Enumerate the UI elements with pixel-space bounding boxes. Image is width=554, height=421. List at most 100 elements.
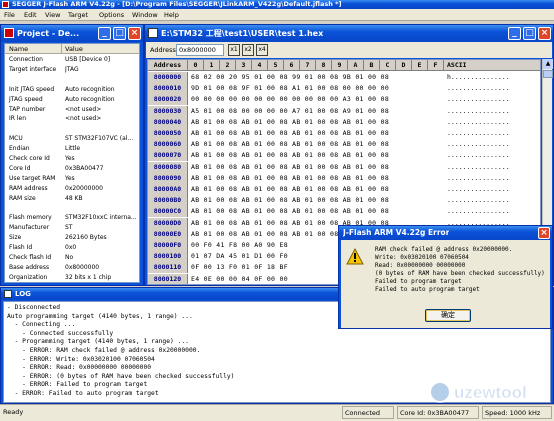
scroll-thumb[interactable] [543,70,553,78]
hex-column-header[interactable]: 2 [220,60,236,71]
project-row[interactable]: Manufacturer ST [5,223,139,232]
project-row[interactable]: Size 262160 Bytes [5,233,139,242]
close-icon[interactable]: × [538,27,551,40]
project-row[interactable]: IR len <not used> [5,114,139,123]
maximize-icon[interactable]: □ [523,27,536,40]
col-name-header[interactable]: Name [9,44,28,54]
hex-row[interactable]: 8000070 AB 01 00 08 AB 01 00 08 AB 01 00 … [148,150,540,162]
zoom-x2-button[interactable]: x2 [242,44,254,56]
menu-options[interactable]: Options [99,9,124,21]
property-value: Auto recognition [65,85,115,93]
col-value-header[interactable]: Value [65,44,83,54]
hex-bytes: 00 00 00 00 00 00 00 00 00 00 00 00 A3 0… [191,95,390,104]
project-row[interactable]: RAM address 0x20000000 [5,184,139,193]
error-dialog: J-Flash ARM V4.22g Error × RAM check fai… [338,225,553,329]
hex-row[interactable]: 8000060 AB 01 00 08 AB 01 00 08 AB 01 00 … [148,139,540,151]
project-row[interactable]: Target interface JTAG [5,65,139,74]
hex-column-header[interactable]: 4 [252,60,268,71]
hex-row[interactable]: 8000010 9D 01 00 08 9F 01 00 08 A1 01 00 … [148,83,540,95]
hex-column-header[interactable]: 6 [284,60,300,71]
close-icon[interactable]: × [538,227,550,239]
project-row[interactable]: Connection USB [Device 0] [5,55,139,64]
close-icon[interactable]: × [128,27,141,40]
hex-row[interactable]: 8000090 AB 01 00 08 AB 01 00 08 AB 01 00 … [148,172,540,184]
project-row[interactable]: MCU ST STM32F107VC (al... [5,134,139,143]
hex-column-header[interactable]: 7 [300,60,316,71]
project-title-bar[interactable]: Project - De... _ □ × [1,25,143,42]
hex-ascii: h............... [447,73,510,81]
hex-column-header[interactable]: B [364,60,380,71]
project-row[interactable]: Check core Id Yes [5,154,139,163]
hex-row[interactable]: 8000000 68 02 00 20 95 01 00 08 99 01 00 … [148,72,540,83]
hex-column-header[interactable]: ASCII [444,60,540,71]
menu-edit[interactable]: Edit [24,9,37,21]
menu-view[interactable]: View [45,9,60,21]
hex-column-header[interactable]: 9 [332,60,348,71]
project-row[interactable]: Base address 0x8000000 [5,263,139,272]
status-core-id: Core Id: 0x3BA00477 [397,406,479,419]
project-row[interactable] [5,124,139,133]
hex-column-header[interactable]: 1 [204,60,220,71]
hex-address: 8000060 [148,139,188,151]
hex-column-header[interactable]: 5 [268,60,284,71]
scroll-up-icon[interactable]: ▲ [543,59,553,69]
error-body: RAM check failed @ address 0x20000000. Wr… [341,240,550,328]
hex-row[interactable]: 80000A0 AB 01 00 08 AB 01 00 08 AB 01 00 … [148,184,540,195]
property-name: Flash memory [9,214,52,222]
hex-column-header[interactable]: D [396,60,412,71]
property-name: Target interface [9,65,57,73]
project-row[interactable]: Flash memory STM32F10xxC interna... [5,213,139,222]
address-label: Address: [150,46,179,54]
hex-ascii: ................ [447,95,510,104]
hex-row[interactable]: 8000050 AB 01 00 08 AB 01 00 08 AB 01 00 … [148,128,540,139]
hex-row[interactable]: 8000030 A5 01 00 08 00 00 00 00 A7 01 00 … [148,105,540,117]
project-row[interactable]: Flash Id 0x0 [5,243,139,252]
project-row[interactable]: Check flash Id No [5,253,139,262]
hex-column-header[interactable]: 3 [236,60,252,71]
hex-column-header[interactable]: Address [148,60,188,71]
error-title-bar[interactable]: J-Flash ARM V4.22g Error × [339,226,552,240]
hex-column-header[interactable]: F [428,60,444,71]
menu-window[interactable]: Window [132,9,158,21]
project-row[interactable]: Init JTAG speed Auto recognition [5,85,139,94]
hex-ascii: ................ [447,185,510,193]
minimize-icon[interactable]: _ [98,27,111,40]
property-name: Use target RAM [9,174,56,182]
hex-column-header[interactable]: E [412,60,428,71]
hex-address: 80000D0 [148,217,188,229]
project-row[interactable]: Use target RAM Yes [5,174,139,183]
property-value: JTAG [65,65,79,73]
hex-address: 8000030 [148,105,188,117]
project-row[interactable]: RAM size 48 KB [5,194,139,203]
address-input[interactable] [176,44,224,56]
project-row[interactable]: JTAG speed Auto recognition [5,95,139,104]
hex-column-header[interactable]: A [348,60,364,71]
menu-target[interactable]: Target [68,9,88,21]
hex-column-header[interactable]: 8 [316,60,332,71]
maximize-icon[interactable]: □ [113,27,126,40]
project-row[interactable]: TAP number <not used> [5,105,139,114]
zoom-x1-button[interactable]: x1 [228,44,240,56]
project-row[interactable] [5,75,139,84]
menu-help[interactable]: Help [164,9,179,21]
project-row[interactable]: Organization 32 bits x 1 chip [5,273,139,282]
menu-file[interactable]: File [4,9,15,21]
project-row[interactable]: Core Id 0x3BA00477 [5,164,139,173]
project-row[interactable] [5,204,139,213]
hex-row[interactable]: 80000C0 AB 01 00 08 AB 01 00 08 AB 01 00 … [148,206,540,218]
ok-button[interactable]: 确定 [425,309,471,322]
hex-bytes: 68 02 00 20 95 01 00 08 99 01 00 08 9B 0… [191,73,390,81]
hex-ascii: ................ [447,129,510,137]
hex-row[interactable]: 80000B0 AB 01 00 08 AB 01 00 08 AB 01 00 … [148,195,540,207]
project-row[interactable]: Endian Little [5,144,139,153]
property-value: 32 bits x 1 chip [65,273,112,281]
hex-column-header[interactable]: C [380,60,396,71]
hex-row[interactable]: 8000080 AB 01 00 08 AB 01 00 08 AB 01 00 … [148,161,540,173]
hex-row[interactable]: 8000040 AB 01 00 08 AB 01 00 08 AB 01 00 … [148,116,540,128]
hex-title-bar[interactable]: E:\STM32 工程\test1\USER\test 1.hex _ □ × [145,25,553,42]
minimize-icon[interactable]: _ [508,27,521,40]
hex-column-header[interactable]: 0 [188,60,204,71]
warning-icon [346,248,364,265]
hex-row[interactable]: 8000020 00 00 00 00 00 00 00 00 00 00 00 … [148,94,540,106]
zoom-x4-button[interactable]: x4 [256,44,268,56]
